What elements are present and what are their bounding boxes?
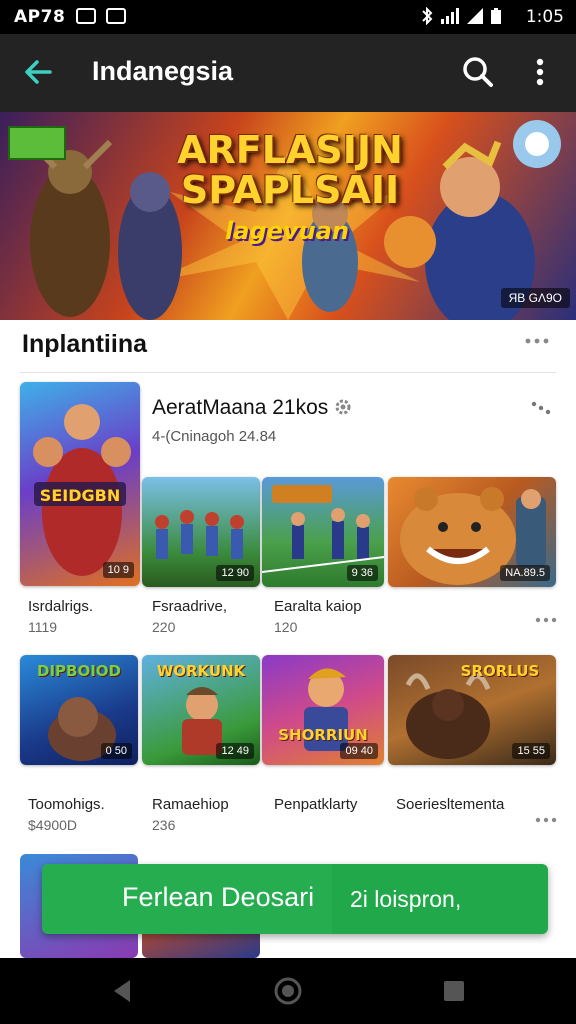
game-tile-art-text: DIPBOIOD xyxy=(37,662,121,680)
notification-icon xyxy=(106,8,126,24)
game-name: Fsraadrive, xyxy=(152,598,228,615)
status-bar: AP78 1:05 xyxy=(0,0,576,34)
rating-badge: 12 90 xyxy=(216,565,254,581)
game-name: Ramaehiop xyxy=(152,796,229,813)
signal-icon xyxy=(441,8,459,24)
game-sub: 236 xyxy=(152,817,176,833)
search-icon[interactable] xyxy=(460,54,496,90)
nav-home-icon[interactable] xyxy=(273,976,303,1006)
rating-badge: 9 36 xyxy=(346,565,378,581)
notification-icon xyxy=(76,8,96,24)
game-sub: 120 xyxy=(274,619,298,635)
game-tile[interactable]: WORKUNK 12 49 xyxy=(142,655,260,765)
rating-badge: 15 55 xyxy=(512,743,550,759)
game-tile[interactable]: NA.89.5 xyxy=(388,477,556,587)
featured-art xyxy=(33,404,131,576)
game-tile-art-text: WORKUNK xyxy=(156,662,246,680)
rating-badge: NA.89.5 xyxy=(500,565,550,581)
rating-badge: 10 9 xyxy=(102,562,134,578)
bluetooth-icon xyxy=(422,7,433,25)
featured-more-icon[interactable] xyxy=(526,398,556,418)
game-tile[interactable]: SRORLUS 15 55 xyxy=(388,655,556,765)
banner-tag: ЯB GΛ9O xyxy=(500,288,570,308)
featured-subtitle: 4-(Cninagoh 24.84 xyxy=(152,428,277,445)
featured-title: AeratMaana 21kos xyxy=(152,396,352,420)
system-icons xyxy=(420,7,502,25)
game-tile[interactable]: DIPBOIOD 0 50 xyxy=(20,655,138,765)
install-cta-button[interactable]: Ferlean Deosari 2i loispron, xyxy=(42,864,548,934)
featured-title-text: AeratMaana 21kos xyxy=(152,396,329,419)
game-name: Isrdalrigs. xyxy=(28,598,94,615)
game-tile-art-text: SHORRIUN xyxy=(278,726,368,744)
battery-icon xyxy=(491,8,501,24)
game-sub: 1119 xyxy=(28,619,58,635)
settings-gear-icon xyxy=(335,399,351,415)
banner-title: ARFLASIJN SPAPLSAII xyxy=(177,128,403,212)
game-tile[interactable]: 9 36 xyxy=(262,477,384,587)
featured-art-text: SEIDGBN xyxy=(39,486,121,505)
banner-badge xyxy=(8,126,66,160)
row-more-icon[interactable] xyxy=(532,812,560,828)
back-arrow-icon[interactable] xyxy=(20,54,56,90)
divider xyxy=(20,372,556,373)
cta-label-right: 2i loispron, xyxy=(350,886,462,912)
nav-back-icon[interactable] xyxy=(110,978,134,1004)
cta-label-left: Ferlean Deosari xyxy=(122,882,315,912)
rating-badge: 0 50 xyxy=(100,743,132,759)
rating-badge: 09 40 xyxy=(340,743,378,759)
nav-recents-icon[interactable] xyxy=(442,979,466,1003)
game-tile[interactable]: SHORRIUN 09 40 xyxy=(262,655,384,765)
page-title: Indanegsia xyxy=(92,56,234,86)
section-more-icon[interactable] xyxy=(522,330,552,352)
app-bar: Indanegsia xyxy=(0,34,576,112)
status-left-text: AP78 xyxy=(14,7,66,27)
system-nav-bar xyxy=(0,958,576,1024)
game-name: Toomohigs. xyxy=(28,796,105,813)
rating-badge: 12 49 xyxy=(216,743,254,759)
featured-game-thumbnail[interactable]: SEIDGBN 10 9 xyxy=(20,382,140,586)
row-more-icon[interactable] xyxy=(532,612,560,628)
banner-subtitle: lagevuan xyxy=(225,217,349,245)
wifi-icon xyxy=(467,8,483,24)
section-title: Inplantiina xyxy=(22,330,147,358)
game-tile[interactable]: 12 90 xyxy=(142,477,260,587)
game-name: Soeriesltementa xyxy=(396,796,505,813)
more-vert-icon[interactable] xyxy=(526,54,554,90)
game-name: Penpatklarty xyxy=(274,796,358,813)
game-sub: $4900D xyxy=(28,817,78,833)
game-tile-art-text: SRORLUS xyxy=(460,662,540,680)
game-name: Earalta kaiop xyxy=(274,598,362,615)
clock: 1:05 xyxy=(525,7,564,27)
game-sub: 220 xyxy=(152,619,176,635)
promo-banner[interactable]: ARFLASIJN SPAPLSAII lagevuan ЯB GΛ9O xyxy=(0,112,576,320)
